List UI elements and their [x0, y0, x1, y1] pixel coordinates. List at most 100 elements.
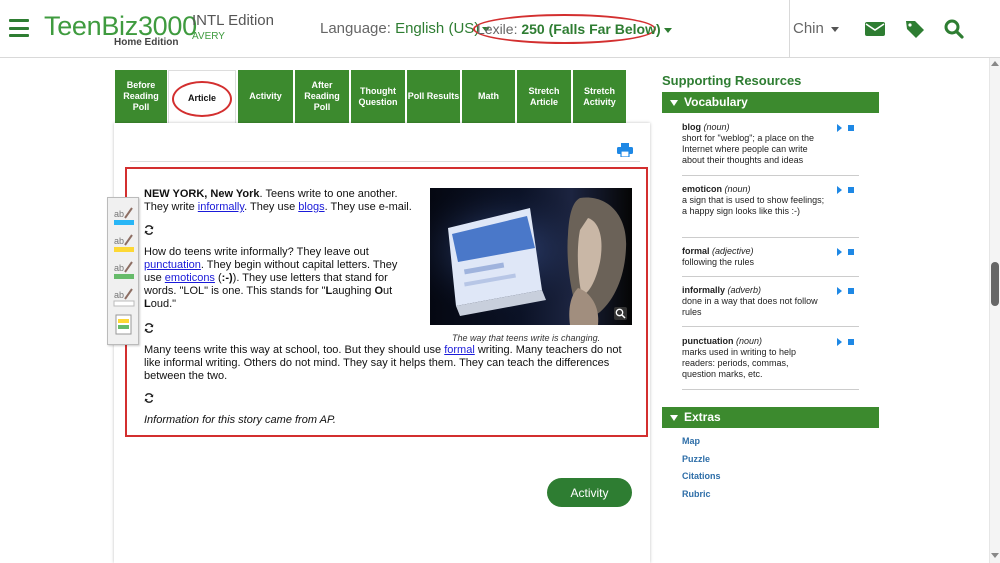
vocab-link-formal[interactable]: formal [444, 344, 475, 356]
tab-article[interactable]: Article [168, 70, 236, 126]
mail-icon[interactable] [864, 19, 886, 39]
highlighter-yellow-icon[interactable]: ab [113, 233, 135, 255]
tab-activity[interactable]: Activity [238, 70, 293, 123]
vocab-definition: marks used in writing to help readers: p… [682, 347, 797, 379]
play-audio-icon[interactable] [837, 186, 857, 194]
chevron-down-icon [663, 27, 672, 33]
play-audio-icon[interactable] [837, 338, 857, 346]
svg-text:ab: ab [114, 263, 124, 273]
lexile-label: Lexile: [477, 21, 518, 37]
vocab-word: punctuation [682, 336, 734, 346]
search-icon[interactable] [943, 19, 965, 39]
tab-label: Poll Results [407, 91, 460, 101]
text: How do teens write informally? They leav… [144, 246, 369, 258]
photo-caption: The way that teens write is changing. [452, 333, 601, 343]
refresh-icon[interactable] [144, 225, 154, 235]
tab-stretch-activity[interactable]: Stretch Activity [573, 70, 626, 123]
extras-link-citations[interactable]: Citations [682, 471, 721, 481]
extras-link-puzzle[interactable]: Puzzle [682, 454, 710, 464]
refresh-icon[interactable] [144, 393, 154, 403]
svg-text:ab: ab [114, 290, 124, 300]
tab-before-reading-poll[interactable]: Before Reading Poll [115, 70, 167, 123]
article-photo[interactable] [430, 188, 632, 325]
brand-subtitle: Home Edition [114, 37, 179, 48]
vocab-item-blog: blog (noun) short for "weblog"; a place … [682, 122, 859, 166]
vocab-definition: short for "weblog"; a place on the Inter… [682, 133, 814, 165]
text: ut [383, 285, 393, 297]
tab-math[interactable]: Math [462, 70, 515, 123]
vocab-link-punctuation[interactable]: punctuation [144, 259, 201, 271]
tag-icon[interactable] [904, 19, 926, 39]
language-label: Language: [320, 20, 391, 37]
user-menu[interactable]: Chin [793, 20, 840, 37]
vocab-link-blogs[interactable]: blogs [298, 201, 324, 213]
highlighter-blue-icon[interactable]: ab [113, 206, 135, 228]
lexile-selector[interactable]: Lexile: 250 (Falls Far Below) [473, 14, 672, 44]
vocab-word: formal [682, 246, 710, 256]
vocab-item-punctuation: punctuation (noun) marks used in writing… [682, 336, 859, 380]
vocab-link-informally[interactable]: informally [198, 201, 244, 213]
supporting-resources-title: Supporting Resources [662, 73, 802, 88]
highlight-oval: Article [172, 80, 232, 117]
tab-label: Stretch Activity [583, 85, 616, 107]
vocab-word: blog [682, 122, 701, 132]
scroll-down-arrow-icon[interactable] [991, 553, 999, 558]
highlighter-green-icon[interactable]: ab [113, 260, 135, 282]
text: Many teens write this way at school, too… [144, 344, 445, 356]
photo-illustration [430, 188, 632, 325]
text: . They use e-mail. [324, 201, 412, 213]
extras-header[interactable]: Extras [662, 407, 879, 428]
vocab-link-emoticons[interactable]: emoticons [165, 272, 215, 284]
text: oud." [150, 298, 177, 310]
panel-divider [130, 161, 640, 162]
annotation-toolbar: ab ab ab ab [107, 197, 139, 345]
source-note: Information for this story came from AP. [144, 414, 336, 426]
menu-icon[interactable] [9, 19, 29, 37]
user-name: Chin [793, 20, 824, 37]
edition-label: INTL Edition [192, 12, 274, 29]
tab-stretch-article[interactable]: Stretch Article [517, 70, 571, 123]
vocab-word: informally [682, 285, 726, 295]
paragraph-3: Many teens write this way at school, too… [144, 344, 624, 383]
text: O [374, 285, 383, 297]
scrollbar-thumb[interactable] [991, 262, 999, 306]
vocab-pos: (noun) [736, 336, 763, 346]
play-audio-icon[interactable] [837, 248, 857, 256]
header-divider [789, 0, 790, 58]
paragraph-2: How do teens write informally? They leav… [144, 246, 414, 311]
tab-label: After Reading Poll [304, 80, 340, 112]
tab-label: Thought Question [358, 85, 398, 107]
refresh-icon[interactable] [144, 323, 154, 333]
activity-button[interactable]: Activity [547, 478, 632, 507]
scroll-up-arrow-icon[interactable] [991, 61, 999, 66]
vocabulary-header[interactable]: Vocabulary [662, 92, 879, 113]
tab-label: Stretch Article [528, 85, 560, 107]
vocab-pos: (adjective) [712, 246, 754, 256]
play-audio-icon[interactable] [837, 287, 857, 295]
svg-text:ab: ab [114, 209, 124, 219]
tab-label: Article [187, 93, 216, 103]
vocab-divider [682, 276, 859, 277]
tab-label: Math [478, 91, 499, 101]
vocab-item-formal: formal (adjective) following the rules [682, 246, 859, 268]
eraser-icon[interactable]: ab [113, 287, 135, 309]
zoom-icon[interactable] [614, 307, 627, 320]
extras-link-map[interactable]: Map [682, 436, 700, 446]
tab-label: Activity [249, 91, 282, 101]
print-icon[interactable] [617, 143, 633, 157]
tab-poll-results[interactable]: Poll Results [407, 70, 460, 123]
language-selector[interactable]: Language: English (US) [320, 20, 491, 37]
play-audio-icon[interactable] [837, 124, 857, 132]
extras-link-rubric[interactable]: Rubric [682, 489, 711, 499]
text: ( [214, 272, 222, 284]
scrollbar-track[interactable] [989, 58, 1000, 563]
paragraph-1: NEW YORK, New York. Teens write to one a… [144, 188, 424, 214]
tab-thought-question[interactable]: Thought Question [351, 70, 405, 123]
chevron-down-icon [831, 26, 840, 32]
vocab-divider [682, 237, 859, 238]
svg-text:ab: ab [114, 236, 124, 246]
vocab-item-emoticon: emoticon (noun) a sign that is used to s… [682, 184, 859, 217]
notes-icon[interactable] [113, 314, 135, 336]
tab-after-reading-poll[interactable]: After Reading Poll [295, 70, 349, 123]
text: . They use [244, 201, 299, 213]
